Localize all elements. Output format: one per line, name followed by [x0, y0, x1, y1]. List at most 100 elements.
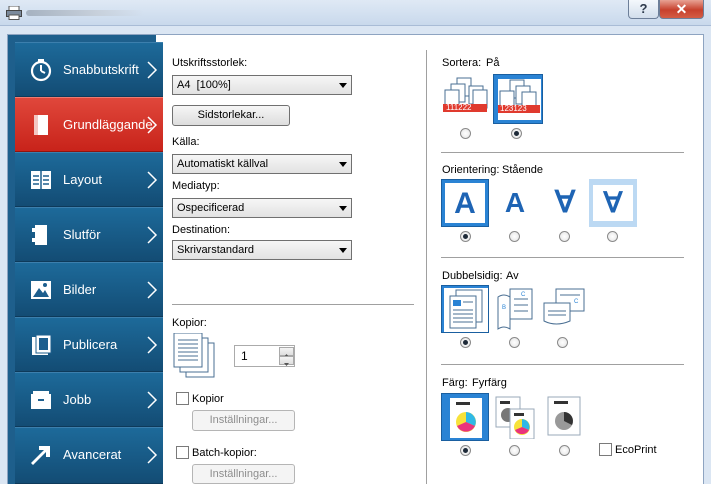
black-white-icon[interactable]	[546, 395, 582, 437]
duplex-value: Av	[506, 270, 519, 282]
orientation-landscape-option[interactable]: A	[491, 179, 539, 227]
chevron-right-icon	[147, 171, 158, 189]
uncollated-stack-icon	[443, 77, 488, 112]
chevron-right-icon	[147, 226, 158, 244]
collate-on-option[interactable]: 123123	[493, 74, 543, 124]
column-divider	[426, 50, 427, 484]
finishing-icon	[32, 225, 47, 245]
duplex-long-edge-radio[interactable]	[509, 337, 520, 348]
sidebar-item-publicera[interactable]: Publicera	[15, 317, 163, 372]
printer-icon	[6, 6, 22, 20]
copies-label: Kopior:	[172, 317, 207, 329]
orientation-portrait-rotated-radio[interactable]	[559, 231, 570, 242]
color-auto-radio[interactable]	[509, 445, 520, 456]
batch-settings-button[interactable]: Inställningar...	[192, 464, 295, 484]
stepper-down-button[interactable]	[279, 356, 294, 366]
sidebar-item-bilder[interactable]: Bilder	[15, 262, 163, 317]
copies-value[interactable]: 1	[241, 349, 248, 363]
source-select[interactable]: Automatiskt källval	[172, 154, 352, 174]
collate-on-radio[interactable]	[511, 128, 522, 139]
page-sizes-button[interactable]: Sidstorlekar...	[172, 105, 290, 126]
sidebar-item-label: Bilder	[63, 282, 97, 297]
collate-on-text: 123123	[500, 104, 527, 113]
sidebar-item-label: Grundläggande	[63, 117, 153, 132]
stopwatch-icon	[30, 59, 52, 82]
title-bar: ? ✕	[0, 0, 711, 26]
print-size-label: Utskriftsstorlek:	[172, 57, 248, 69]
destination-value: Skrivarstandard	[177, 244, 255, 256]
sidebar-item-label: Publicera	[63, 337, 118, 352]
divider	[441, 257, 684, 258]
publish-icon	[32, 334, 52, 355]
orientation-portrait-radio[interactable]	[460, 231, 471, 242]
orientation-portrait-rotated-option[interactable]: ∀	[541, 179, 589, 227]
duplex-off-radio[interactable]	[460, 337, 471, 348]
chevron-right-icon	[147, 336, 158, 354]
chevron-right-icon	[147, 446, 158, 464]
collate-label: Sortera:	[442, 57, 482, 69]
orientation-landscape-rotated-option[interactable]: ∀	[589, 179, 637, 227]
duplex-short-edge-radio[interactable]	[557, 337, 568, 348]
sidebar-item-layout[interactable]: Layout	[15, 152, 163, 207]
media-type-value: Ospecificerad	[177, 202, 245, 214]
sidebar-item-jobb[interactable]: Jobb	[15, 372, 163, 427]
collate-value: På	[486, 57, 500, 69]
collate-off-option[interactable]: 111222	[443, 76, 488, 121]
svg-text:C: C	[521, 292, 526, 298]
stepper-up-button[interactable]	[279, 347, 294, 357]
svg-text:B: B	[502, 305, 506, 311]
layout-icon	[31, 171, 51, 189]
chevron-right-icon	[147, 281, 158, 299]
ecoprint-checkbox[interactable]	[599, 443, 612, 456]
help-button[interactable]: ?	[628, 0, 659, 19]
divider	[441, 152, 684, 153]
orientation-portrait-option[interactable]: A	[441, 179, 489, 227]
duplex-off-option[interactable]	[441, 285, 489, 333]
print-size-value: A4 [100%]	[177, 79, 231, 91]
close-button[interactable]: ✕	[659, 0, 704, 19]
full-color-icon	[450, 398, 482, 438]
sidebar-item-avancerat[interactable]: Avancerat	[15, 427, 163, 484]
collate-off-radio[interactable]	[460, 128, 471, 139]
orientation-landscape-radio[interactable]	[509, 231, 520, 242]
collate-off-text: 111222	[446, 103, 472, 112]
divider	[441, 364, 684, 365]
auto-color-icon[interactable]	[494, 395, 536, 439]
window-title-blurred	[26, 10, 144, 16]
media-type-select[interactable]: Ospecificerad	[172, 198, 352, 218]
image-icon	[31, 281, 51, 299]
chevron-right-icon	[147, 391, 158, 409]
sidebar-item-slutfor[interactable]: Slutför	[15, 207, 163, 262]
duplex-label: Dubbelsidig:	[442, 270, 503, 282]
sidebar-item-snabbutskrift[interactable]: Snabbutskrift	[15, 42, 163, 97]
divider	[172, 304, 414, 305]
chevron-down-icon	[339, 248, 347, 253]
batch-copies-checkbox[interactable]	[176, 446, 189, 459]
destination-select[interactable]: Skrivarstandard	[172, 240, 352, 260]
copies-settings-button[interactable]: Inställningar...	[192, 410, 295, 431]
svg-text:C: C	[574, 299, 579, 305]
chevron-right-icon	[147, 61, 158, 79]
duplex-short-edge-icon[interactable]: C	[542, 287, 586, 331]
landscape-rotated-icon: ∀	[603, 187, 623, 218]
orientation-landscape-rotated-radio[interactable]	[607, 231, 618, 242]
sidebar-item-label: Slutför	[63, 227, 101, 242]
copies-stepper[interactable]: 1	[234, 345, 295, 367]
page-icon	[34, 115, 48, 135]
color-bw-radio[interactable]	[559, 445, 570, 456]
source-value: Automatiskt källval	[177, 158, 269, 170]
print-size-select[interactable]: A4 [100%]	[172, 75, 352, 95]
color-fullcolor-radio[interactable]	[460, 445, 471, 456]
copies-stack-icon	[173, 333, 215, 378]
batch-copies-label: Batch-kopior:	[192, 447, 257, 459]
copies-checkbox[interactable]	[176, 392, 189, 405]
duplex-long-edge-icon[interactable]: C B	[494, 287, 536, 331]
orientation-label: Orientering:	[442, 164, 500, 176]
sidebar-item-grundlaggande[interactable]: Grundläggande	[15, 97, 163, 152]
color-fullcolor-option[interactable]	[441, 393, 489, 441]
collated-stack-icon	[498, 79, 541, 120]
sidebar-item-label: Layout	[63, 172, 103, 187]
source-label: Källa:	[172, 136, 200, 148]
ecoprint-label: EcoPrint	[615, 444, 657, 456]
landscape-icon: A	[504, 187, 526, 218]
